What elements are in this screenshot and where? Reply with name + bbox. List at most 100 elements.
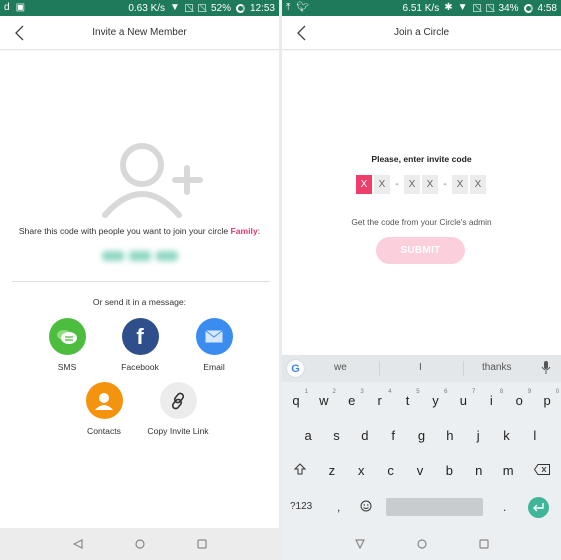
key-l[interactable]: l [521, 428, 549, 443]
system-nav-bar [282, 528, 561, 560]
wifi-icon: ▼ [170, 2, 180, 13]
key-w[interactable]: w2 [310, 389, 338, 408]
key-hint-digit: 0 [555, 389, 560, 395]
back-button[interactable] [294, 24, 310, 42]
network-speed: 6.51 K/s [402, 2, 440, 14]
no-signal-icon [197, 4, 206, 12]
invite-code-input: X X - X X - X X [356, 175, 488, 194]
google-g-icon[interactable]: G [287, 360, 304, 377]
key-h[interactable]: h [436, 428, 464, 443]
app-bar: Join a Circle [282, 16, 561, 50]
key-b[interactable]: b [435, 463, 464, 478]
bluetooth-icon: ✱ [444, 2, 453, 13]
no-sim-icon [472, 4, 481, 12]
nav-home-button[interactable] [415, 537, 429, 551]
share-email-button[interactable]: Email [179, 318, 249, 372]
key-r[interactable]: r4 [366, 389, 394, 408]
triangle-back-icon [72, 539, 83, 549]
key-v[interactable]: v [405, 463, 434, 478]
key-q[interactable]: q1 [282, 389, 310, 408]
share-instructions: Share this code with people you want to … [18, 226, 261, 236]
key-s[interactable]: s [322, 428, 350, 443]
key-hint-digit: 9 [527, 389, 532, 395]
backspace-key[interactable] [523, 463, 561, 478]
upload-icon: ⤒ [286, 2, 291, 13]
smiley-icon [360, 500, 372, 512]
code-box-3[interactable]: X [404, 175, 420, 194]
key-x[interactable]: x [347, 463, 376, 478]
key-row-3: zxcvbnm [282, 463, 561, 478]
symbols-key[interactable]: ?123 [290, 501, 312, 512]
microphone-icon[interactable] [541, 361, 551, 375]
backspace-icon [533, 464, 550, 475]
key-c[interactable]: c [376, 463, 405, 478]
key-hint-digit: 2 [332, 389, 336, 395]
suggestion-1[interactable]: we [334, 362, 347, 373]
period-key[interactable]: . [503, 500, 506, 514]
copy-invite-link-button[interactable]: Copy Invite Link [143, 382, 213, 436]
key-d[interactable]: d [351, 428, 379, 443]
key-t[interactable]: t5 [394, 389, 422, 408]
suggestion-3[interactable]: thanks [482, 362, 511, 373]
key-hint-digit: 5 [416, 389, 420, 395]
enter-arrow-icon [533, 503, 544, 512]
chevron-left-icon [15, 25, 24, 41]
image-notification-icon: ▣ [15, 2, 26, 13]
back-button[interactable] [12, 24, 28, 42]
nav-recents-button[interactable] [477, 537, 491, 551]
key-f[interactable]: f [379, 428, 407, 443]
key-g[interactable]: g [407, 428, 435, 443]
key-e[interactable]: e3 [338, 389, 366, 408]
share-sms-button[interactable]: SMS [32, 318, 102, 372]
key-hint-digit: 1 [304, 389, 308, 395]
facebook-icon: f [121, 318, 159, 355]
page-title: Join a Circle [393, 27, 450, 38]
key-hint-digit: 7 [472, 389, 476, 395]
key-y[interactable]: y6 [422, 389, 450, 408]
key-hint-digit: 6 [444, 389, 448, 395]
key-o[interactable]: o9 [505, 389, 533, 408]
submit-button[interactable]: SUBMIT [376, 237, 465, 264]
key-p[interactable]: p0 [533, 389, 561, 408]
key-z[interactable]: z [317, 463, 346, 478]
key-k[interactable]: k [492, 428, 520, 443]
enter-key[interactable] [528, 497, 549, 518]
code-separator: - [395, 179, 399, 190]
nav-back-button[interactable] [353, 537, 367, 551]
send-message-label: Or send it in a message: [92, 297, 187, 307]
battery-ring-icon [235, 3, 245, 13]
square-recents-icon [196, 539, 207, 549]
share-facebook-button[interactable]: f Facebook [105, 318, 175, 372]
sms-icon [48, 318, 86, 355]
nav-back-button[interactable] [71, 537, 85, 551]
nav-recents-button[interactable] [195, 537, 209, 551]
key-u[interactable]: u7 [449, 389, 477, 408]
key-i[interactable]: i8 [477, 389, 505, 408]
comma-key[interactable]: , [337, 500, 340, 514]
key-row-1: q1w2e3r4t5y6u7i8o9p0 [282, 389, 561, 408]
circle-home-icon [416, 539, 427, 549]
emoji-key[interactable] [360, 499, 372, 517]
key-j[interactable]: j [464, 428, 492, 443]
battery-level: 34% [498, 2, 519, 14]
key-n[interactable]: n [464, 463, 493, 478]
code-box-2[interactable]: X [374, 175, 390, 194]
shift-key[interactable] [282, 463, 317, 478]
nav-home-button[interactable] [133, 537, 147, 551]
key-a[interactable]: a [294, 428, 322, 443]
code-separator: - [443, 179, 447, 190]
triangle-down-icon [354, 539, 365, 549]
suggestion-divider [463, 361, 464, 376]
suggestion-2[interactable]: I [419, 362, 422, 373]
code-box-1[interactable]: X [356, 175, 372, 194]
network-speed: 0.63 K/s [128, 2, 166, 14]
space-key[interactable] [386, 498, 483, 516]
invite-code-blurred [102, 251, 182, 263]
suggestion-strip: G we I thanks [282, 355, 561, 382]
share-contacts-button[interactable]: Contacts [69, 382, 139, 436]
code-box-6[interactable]: X [470, 175, 486, 194]
code-box-5[interactable]: X [452, 175, 468, 194]
code-box-4[interactable]: X [422, 175, 438, 194]
key-hint-digit: 3 [360, 389, 364, 395]
key-m[interactable]: m [493, 463, 522, 478]
